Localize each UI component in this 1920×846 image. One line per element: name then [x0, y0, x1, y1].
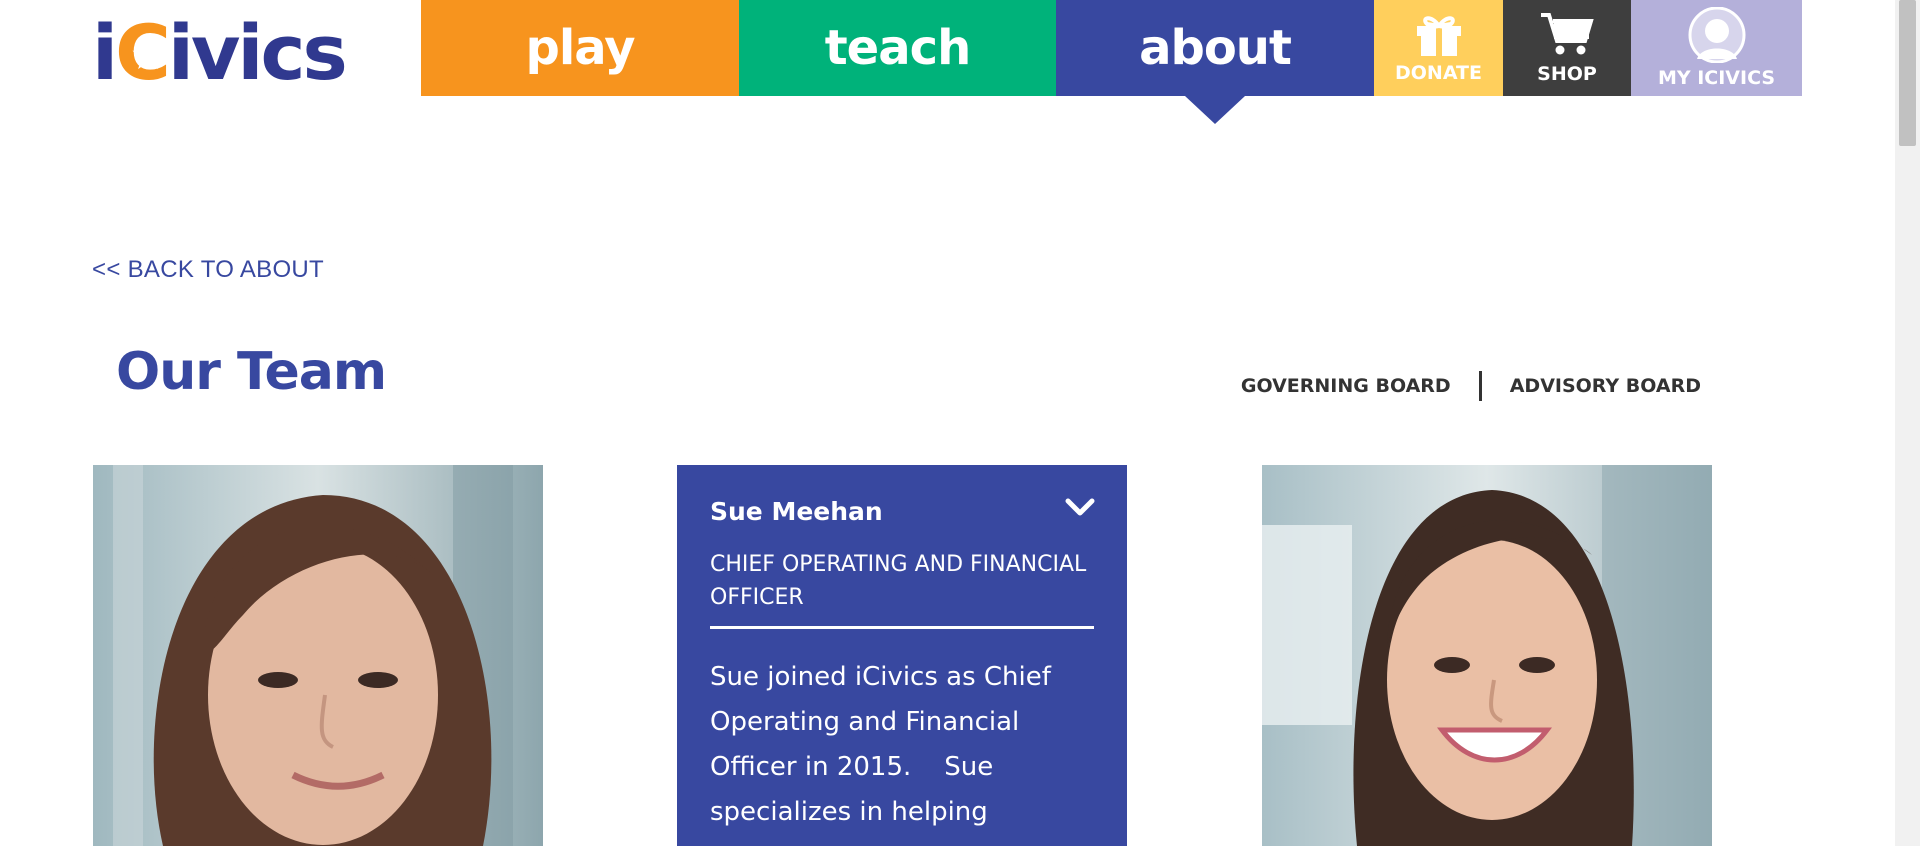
page-title: Our Team	[116, 342, 387, 402]
chevron-down-icon[interactable]	[1065, 495, 1095, 519]
vertical-scrollbar[interactable]	[1895, 0, 1920, 846]
nav-teach[interactable]: teach	[739, 0, 1056, 96]
cart-icon	[1541, 13, 1594, 55]
team-member-photo[interactable]	[93, 465, 543, 846]
bio-role: CHIEF OPERATING AND FINANCIAL OFFICER	[710, 548, 1094, 629]
nav-play[interactable]: play	[421, 0, 739, 96]
team-member-bio-card[interactable]: Sue Meehan CHIEF OPERATING AND FINANCIAL…	[677, 465, 1127, 846]
team-member-photo[interactable]	[1262, 465, 1712, 846]
logo-rest: ivics	[167, 8, 348, 97]
logo-c-star: C	[115, 15, 171, 91]
scrollbar-thumb[interactable]	[1899, 0, 1916, 146]
back-to-about-link[interactable]: << BACK TO ABOUT	[92, 256, 324, 284]
gift-icon	[1416, 16, 1461, 56]
nav-donate-label: DONATE	[1395, 62, 1482, 84]
nav-my-icivics[interactable]: MY ICIVICS	[1631, 0, 1802, 96]
nav-donate[interactable]: DONATE	[1374, 0, 1503, 96]
star-icon	[132, 39, 164, 70]
active-nav-pointer	[1185, 96, 1245, 124]
icivics-logo[interactable]: iCivics	[92, 8, 348, 97]
board-links: GOVERNING BOARD ADVISORY BOARD	[1241, 370, 1701, 402]
avatar-icon	[1688, 7, 1745, 63]
logo-i: i	[92, 8, 118, 97]
board-links-divider	[1478, 371, 1482, 401]
nav-my-icivics-label: MY ICIVICS	[1657, 67, 1776, 89]
nav-shop[interactable]: SHOP	[1503, 0, 1631, 96]
bio-text: Sue joined iCivics as Chief Operating an…	[710, 662, 1060, 827]
nav-teach-label: teach	[824, 20, 972, 76]
nav-play-label: play	[525, 20, 635, 76]
advisory-board-link[interactable]: ADVISORY BOARD	[1510, 375, 1701, 397]
governing-board-link[interactable]: GOVERNING BOARD	[1241, 375, 1451, 397]
nav-about-label: about	[1139, 20, 1292, 76]
nav-shop-label: SHOP	[1537, 63, 1597, 85]
nav-about[interactable]: about	[1056, 0, 1374, 124]
bio-name: Sue Meehan	[710, 497, 883, 526]
